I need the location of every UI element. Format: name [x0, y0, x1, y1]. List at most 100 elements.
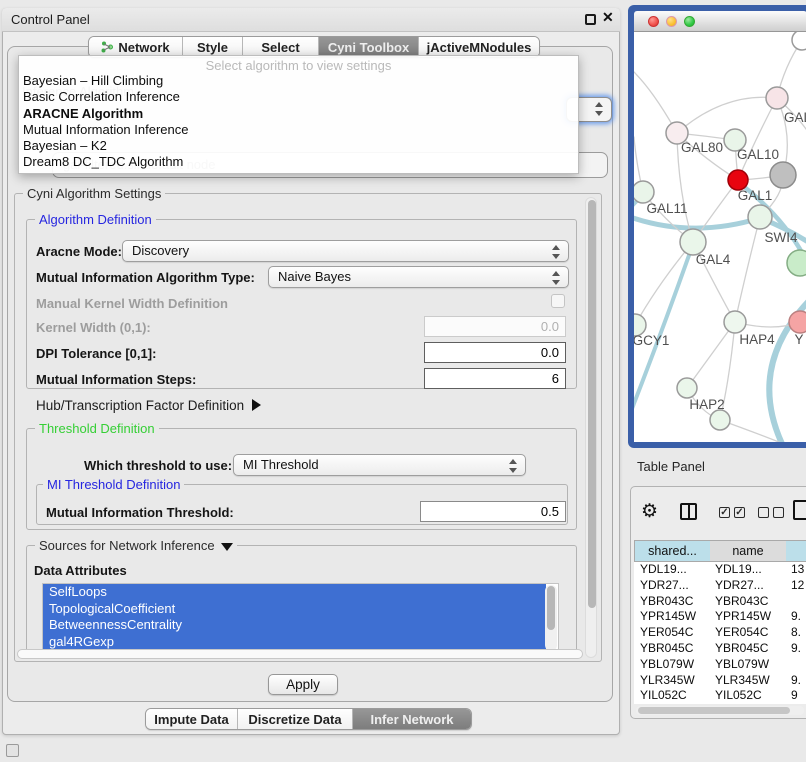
mi-algorithm-type-combobox[interactable]: Naive Bayes — [268, 266, 569, 288]
column-header-third[interactable] — [786, 540, 806, 562]
apply-button[interactable]: Apply — [268, 674, 338, 695]
aracne-mode-label: Aracne Mode: — [36, 244, 122, 259]
tab-style[interactable]: Style — [183, 37, 243, 57]
tab-impute-data[interactable]: Impute Data — [146, 709, 238, 729]
float-window-icon[interactable] — [585, 14, 596, 25]
uncheck-all-icon[interactable] — [758, 507, 769, 518]
table-row[interactable]: YDR27...YDR27...12 — [634, 578, 806, 594]
network-node[interactable] — [677, 378, 697, 398]
settings-scrollbar-thumb[interactable] — [588, 200, 596, 608]
network-node[interactable] — [748, 205, 772, 229]
settings-horizontal-scrollbar[interactable] — [17, 649, 583, 659]
network-node[interactable] — [766, 87, 788, 109]
tab-select[interactable]: Select — [243, 37, 319, 57]
attribute-item[interactable]: TopologicalCoefficient — [43, 601, 546, 618]
close-icon[interactable]: ✕ — [602, 9, 614, 26]
aracne-mode-value: Discovery — [132, 243, 189, 258]
column-header-shared[interactable]: shared... — [634, 540, 711, 562]
network-node[interactable] — [792, 32, 806, 50]
which-threshold-combobox[interactable]: MI Threshold — [233, 454, 526, 476]
attribute-item[interactable]: gal4RGexp — [43, 634, 546, 651]
table-horizontal-scrollbar[interactable] — [636, 706, 804, 715]
network-window-titlebar[interactable] — [634, 11, 806, 32]
tab-label: Impute Data — [154, 712, 228, 727]
tab-network[interactable]: Network — [89, 37, 183, 57]
cell-shared-name: YBL079W — [634, 657, 710, 673]
data-attributes-list[interactable]: SelfLoopsTopologicalCoefficientBetweenne… — [42, 583, 559, 652]
tab-jactivemnodules[interactable]: jActiveMNodules — [419, 37, 539, 57]
gear-icon[interactable]: ⚙ — [641, 502, 658, 521]
network-node[interactable] — [789, 311, 806, 333]
node-label: GAL1 — [738, 188, 773, 203]
control-panel-title: Control Panel — [11, 12, 90, 27]
algorithm-dropdown-popup: Select algorithm to view settings Bayesi… — [18, 55, 579, 174]
network-canvas[interactable]: GALGAL80GAL10GAL1GAL11SWI4GAL4GCY1HAP4YH… — [634, 32, 806, 442]
combo-arrows-icon — [595, 102, 603, 116]
table-horizontal-scrollbar-thumb[interactable] — [638, 707, 790, 714]
table-row[interactable]: YBL079WYBL079W — [634, 657, 806, 673]
attributes-scrollbar-thumb[interactable] — [547, 586, 555, 630]
manual-kernel-width-checkbox[interactable] — [551, 294, 565, 308]
table-row[interactable]: YIL052CYIL052C9 — [634, 688, 806, 704]
cell-name: YIL052C — [710, 688, 786, 704]
attribute-item[interactable]: SelfLoops — [43, 584, 546, 601]
network-node[interactable] — [634, 181, 654, 203]
hub-tf-definition-expander[interactable]: Hub/Transcription Factor Definition — [36, 398, 261, 413]
table-body[interactable]: YDL19...YDL19...13YDR27...YDR27...12YBR0… — [634, 562, 806, 704]
table-row[interactable]: YBR043CYBR043C — [634, 594, 806, 610]
cell-value — [786, 594, 806, 610]
apply-button-label: Apply — [286, 677, 320, 692]
table-row[interactable]: YLR345WYLR345W9. — [634, 673, 806, 689]
tab-cyni-toolbox[interactable]: Cyni Toolbox — [319, 37, 419, 57]
cell-name: YDR27... — [710, 578, 786, 594]
settings-scrollbar[interactable] — [585, 197, 597, 658]
hub-tf-definition-label: Hub/Transcription Factor Definition — [36, 398, 244, 413]
network-node[interactable] — [724, 311, 746, 333]
network-node[interactable] — [787, 250, 806, 276]
attribute-item[interactable]: BetweennessCentrality — [43, 617, 546, 634]
network-node[interactable] — [770, 162, 796, 188]
algorithm-option[interactable]: Basic Correlation Inference — [19, 89, 578, 105]
close-light-icon[interactable] — [648, 16, 659, 27]
algorithm-options-list: Bayesian – Hill ClimbingBasic Correlatio… — [19, 73, 578, 171]
table-row[interactable]: YBR045CYBR045C9. — [634, 641, 806, 657]
network-node[interactable] — [728, 170, 748, 190]
mi-steps-value: 6 — [552, 371, 559, 386]
combo-arrows-icon — [552, 271, 560, 285]
attributes-scrollbar[interactable] — [545, 585, 557, 651]
kernel-width-field[interactable]: 0.0 — [424, 316, 566, 337]
zoom-light-icon[interactable] — [684, 16, 695, 27]
table-row[interactable]: YDL19...YDL19...13 — [634, 562, 806, 578]
table-row[interactable]: YER054CYER054C8. — [634, 625, 806, 641]
node-label: GAL80 — [681, 140, 723, 155]
aracne-mode-combobox[interactable]: Discovery — [122, 240, 569, 262]
uncheck-all-icon[interactable] — [773, 507, 784, 518]
network-edge — [735, 217, 760, 322]
sources-group-title[interactable]: Sources for Network Inference — [35, 538, 237, 553]
mi-steps-field[interactable]: 6 — [424, 368, 566, 389]
combo-arrows-icon — [552, 245, 560, 259]
algorithm-option[interactable]: ARACNE Algorithm — [19, 106, 578, 122]
dropdown-placeholder: Select algorithm to view settings — [19, 56, 578, 73]
check-all-icon[interactable]: ✓ — [734, 507, 745, 518]
column-header-name[interactable]: name — [710, 540, 787, 562]
mi-threshold-field[interactable]: 0.5 — [420, 501, 566, 522]
document-icon[interactable] — [793, 500, 806, 520]
algorithm-option[interactable]: Dream8 DC_TDC Algorithm — [19, 154, 578, 170]
check-all-icon[interactable]: ✓ — [719, 507, 730, 518]
algorithm-option[interactable]: Mutual Information Inference — [19, 122, 578, 138]
algorithm-option[interactable]: Bayesian – Hill Climbing — [19, 73, 578, 89]
dpi-tolerance-field[interactable]: 0.0 — [424, 342, 566, 363]
node-label: SWI4 — [764, 230, 797, 245]
tab-discretize-data[interactable]: Discretize Data — [238, 709, 353, 729]
network-graph[interactable]: GALGAL80GAL10GAL1GAL11SWI4GAL4GCY1HAP4YH… — [634, 32, 806, 442]
network-node[interactable] — [710, 410, 730, 430]
network-edge — [635, 242, 693, 325]
minimize-light-icon[interactable] — [666, 16, 677, 27]
split-columns-icon[interactable] — [680, 503, 697, 520]
algorithm-option[interactable]: Bayesian – K2 — [19, 138, 578, 154]
table-row[interactable]: YPR145WYPR145W9. — [634, 609, 806, 625]
panel-grip-icon[interactable] — [6, 744, 19, 757]
tab-infer-network[interactable]: Infer Network — [353, 709, 471, 729]
cell-shared-name: YLR345W — [634, 673, 710, 689]
